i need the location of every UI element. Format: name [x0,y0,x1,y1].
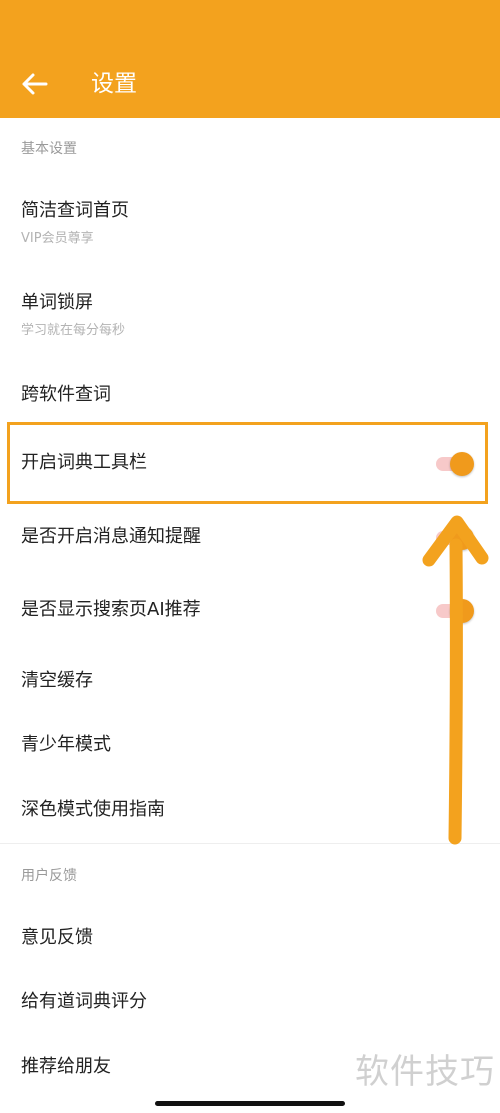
setting-title: 跨软件查词 [21,384,111,405]
setting-row-feedback[interactable]: 意见反馈 [0,915,500,963]
setting-title: 意见反馈 [21,927,93,948]
setting-subtitle: 学习就在每分每秒 [21,323,126,338]
page-title: 设置 [91,71,137,97]
setting-row-rate-app[interactable]: 给有道词典评分 [0,979,500,1027]
setting-row-dictionary-toolbar[interactable]: 开启词典工具栏 [0,440,500,488]
home-indicator[interactable] [155,1101,345,1106]
status-bar [0,0,500,50]
notifications-toggle[interactable] [436,524,476,552]
toolbar-toggle[interactable] [436,450,476,478]
setting-row-simple-home[interactable]: 简洁查词首页 VIP会员尊享 [0,192,500,262]
setting-row-teen-mode[interactable]: 青少年模式 [0,722,500,770]
setting-title: 深色模式使用指南 [21,799,165,820]
setting-title: 推荐给朋友 [21,1056,111,1077]
setting-title: 给有道词典评分 [21,991,147,1012]
toggle-thumb [450,599,474,623]
section-divider [0,843,500,844]
app-bar: 设置 [0,50,500,118]
setting-title: 青少年模式 [21,734,111,755]
section-header-basic: 基本设置 [21,141,77,157]
setting-title: 是否开启消息通知提醒 [21,526,201,547]
back-button[interactable] [16,66,54,102]
setting-title: 清空缓存 [21,670,93,691]
section-header-feedback: 用户反馈 [21,868,77,884]
setting-title: 开启词典工具栏 [21,452,147,473]
toggle-thumb [450,452,474,476]
setting-row-word-lockscreen[interactable]: 单词锁屏 学习就在每分每秒 [0,284,500,354]
setting-title: 是否显示搜索页AI推荐 [21,599,201,620]
setting-row-dark-mode-guide[interactable]: 深色模式使用指南 [0,787,500,835]
setting-row-ai-recommend[interactable]: 是否显示搜索页AI推荐 [0,587,500,635]
watermark: 软件技巧 [355,1052,495,1092]
setting-title: 单词锁屏 [21,292,93,313]
ai-recommend-toggle[interactable] [436,597,476,625]
setting-row-clear-cache[interactable]: 清空缓存 [0,658,500,706]
toggle-thumb [450,526,474,550]
setting-row-notifications[interactable]: 是否开启消息通知提醒 [0,514,500,562]
arrow-left-icon [22,73,48,95]
setting-row-cross-app-lookup[interactable]: 跨软件查词 [0,372,500,420]
setting-subtitle: VIP会员尊享 [21,231,94,246]
setting-title: 简洁查词首页 [21,200,129,221]
